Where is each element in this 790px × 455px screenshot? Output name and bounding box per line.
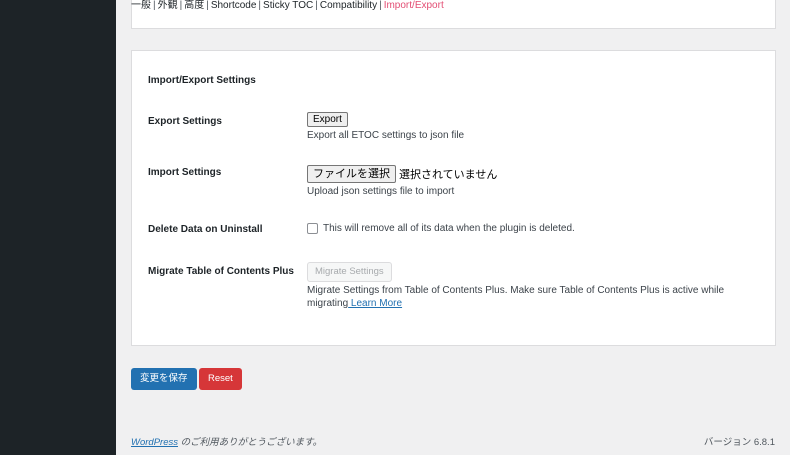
- file-select-button[interactable]: ファイルを選択: [307, 165, 396, 183]
- import-field: ファイルを選択 選択されていません Upload json settings fi…: [307, 165, 497, 198]
- subnav-separator: |: [153, 0, 156, 11]
- subnav-separator: |: [258, 0, 262, 11]
- subnav-separator: |: [179, 0, 183, 11]
- delete-field: This will remove all of its data when th…: [307, 223, 575, 234]
- migrate-field: Migrate Settings Migrate Settings from T…: [307, 262, 747, 310]
- panel-title: Import/Export Settings: [148, 75, 256, 86]
- subnav-separator: |: [315, 0, 318, 11]
- tab-general[interactable]: 一般: [131, 0, 151, 11]
- tab-advanced[interactable]: 高度: [184, 0, 204, 11]
- delete-data-label: Delete Data on Uninstall: [148, 224, 263, 235]
- save-changes-button[interactable]: 変更を保存: [131, 368, 197, 390]
- footer-thanks-text: のご利用ありがとうございます。: [177, 437, 323, 448]
- learn-more-link[interactable]: Learn More: [348, 298, 402, 309]
- footer-thanks: WordPress のご利用ありがとうございます。: [131, 434, 322, 448]
- migrate-label: Migrate Table of Contents Plus: [148, 266, 294, 277]
- file-status: 選択されていません: [399, 169, 498, 181]
- settings-subnav: 一般 | 外観 | 高度 | Shortcode | Sticky TOC | Compatibil…: [131, 0, 444, 12]
- export-description: Export all ETOC settings to json file: [307, 130, 465, 141]
- reset-button[interactable]: Reset: [199, 368, 242, 390]
- admin-sidebar: [0, 0, 116, 455]
- wordpress-link[interactable]: WordPress: [131, 437, 178, 448]
- footer-version: バージョン 6.8.1: [703, 437, 775, 448]
- migrate-description: Migrate Settings from Table of Contents …: [307, 284, 747, 310]
- delete-data-checkbox[interactable]: [307, 223, 318, 234]
- main-content: 一般 | 外観 | 高度 | Shortcode | Sticky TOC | Compatibil…: [116, 0, 790, 455]
- tab-sticky-toc[interactable]: Sticky TOC: [263, 0, 313, 11]
- migrate-settings-button[interactable]: Migrate Settings: [307, 262, 392, 282]
- tab-import-export[interactable]: Import/Export: [384, 0, 444, 11]
- tab-compatibility[interactable]: Compatibility: [320, 0, 377, 11]
- tab-shortcode[interactable]: Shortcode: [211, 0, 257, 11]
- subnav-separator: |: [206, 0, 209, 11]
- import-description: Upload json settings file to import: [307, 186, 455, 197]
- tab-appearance[interactable]: 外観: [158, 0, 178, 11]
- export-button[interactable]: Export: [307, 112, 348, 127]
- export-field: Export Export all ETOC settings to json …: [307, 112, 464, 142]
- subnav-separator: |: [379, 0, 382, 11]
- export-settings-label: Export Settings: [148, 116, 222, 127]
- delete-data-text: This will remove all of its data when th…: [323, 223, 575, 234]
- import-export-panel: Import/Export Settings Export Settings E…: [131, 50, 776, 346]
- import-settings-label: Import Settings: [148, 167, 222, 178]
